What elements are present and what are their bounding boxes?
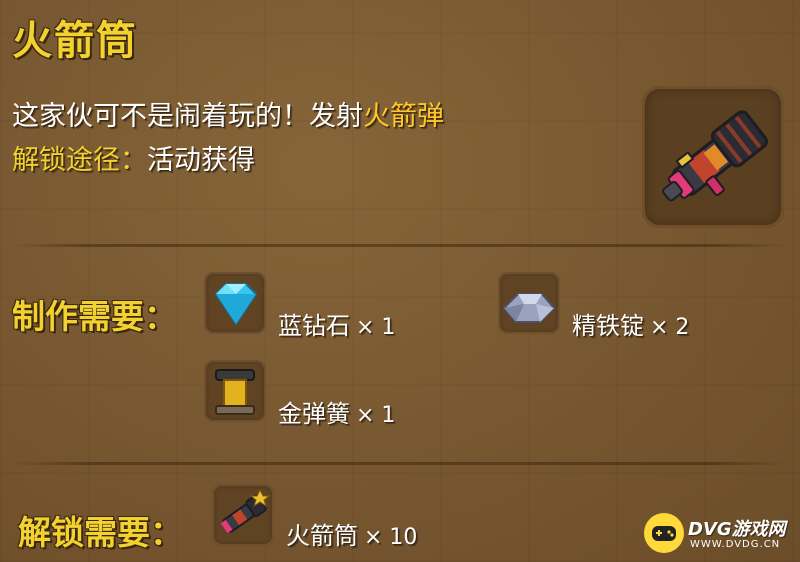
material-rocket-fragment: 火箭筒 × 10	[286, 516, 417, 551]
material-gold-spring: 金弹簧 × 1	[278, 394, 395, 429]
unlock-requirement-label: 解锁需要：	[18, 513, 183, 552]
watermark: DVG游戏网 WWW.DVDG.CN	[644, 513, 794, 555]
rocket-launcher-icon	[662, 110, 769, 202]
material-name: 蓝钻石	[278, 312, 350, 340]
divider-top	[10, 244, 790, 247]
material-name: 火箭筒	[286, 522, 358, 550]
gamepad-logo-icon	[644, 513, 684, 553]
watermark-url: WWW.DVDG.CN	[690, 539, 781, 550]
material-iron-ingot: 精铁锭 × 2	[572, 306, 689, 341]
description-text: 这家伙可不是闹着玩的！发射	[12, 101, 363, 132]
item-detail-panel: 火箭筒 这家伙可不是闹着玩的！发射火箭弹 解锁途径：活动获得 制作需要： 蓝钻石…	[0, 0, 800, 562]
watermark-brand: DVG游戏网	[688, 519, 786, 540]
blue-diamond-icon	[214, 283, 258, 326]
material-qty: × 10	[364, 525, 418, 550]
material-slot-iron-ingot[interactable]	[498, 272, 560, 334]
material-slot-gold-spring[interactable]	[204, 360, 266, 422]
gold-spring-icon	[215, 369, 255, 415]
divider-bottom	[10, 462, 790, 465]
rocket-launcher-fragment-icon	[220, 488, 271, 534]
material-name: 精铁锭	[572, 312, 644, 340]
unlock-method: 解锁途径：活动获得	[12, 138, 255, 177]
item-title: 火箭筒	[12, 18, 138, 64]
unlock-method-label: 解锁途径：	[12, 145, 147, 176]
material-qty: × 2	[650, 315, 690, 340]
material-name: 金弹簧	[278, 400, 350, 428]
material-qty: × 1	[356, 315, 396, 340]
item-icon-frame	[642, 86, 784, 228]
item-description: 这家伙可不是闹着玩的！发射火箭弹	[12, 94, 444, 133]
crafting-label: 制作需要：	[12, 297, 177, 336]
material-qty: × 1	[356, 403, 396, 428]
material-slot-rocket-fragment[interactable]	[212, 484, 274, 546]
material-blue-diamond: 蓝钻石 × 1	[278, 306, 395, 341]
iron-ingot-icon	[502, 293, 556, 323]
material-slot-blue-diamond[interactable]	[204, 272, 266, 334]
description-highlight: 火箭弹	[363, 101, 444, 132]
unlock-method-value: 活动获得	[147, 145, 255, 176]
